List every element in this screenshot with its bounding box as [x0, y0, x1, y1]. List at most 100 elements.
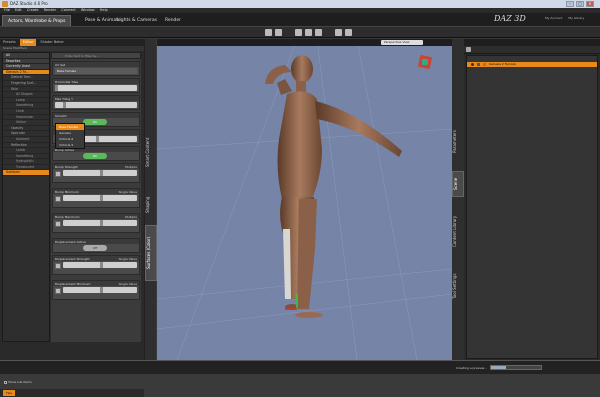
map-source-label[interactable]: Single Value: [119, 190, 137, 194]
panel-subtabs[interactable]: Scene Modifiers: [0, 46, 144, 51]
property-row[interactable]: Max Tiling Y: [52, 95, 140, 110]
scale-tool-icon[interactable]: [315, 29, 322, 36]
tab-shader-baker[interactable]: Shader Baker: [37, 39, 67, 46]
property-name: Smooth: [55, 114, 67, 118]
property-row[interactable]: Displacement Minimum Single Value: [52, 280, 140, 300]
property-row[interactable]: Bump Minimum Single Value: [52, 188, 140, 208]
filter-search-input[interactable]: Enter text to filter by...: [51, 52, 141, 59]
close-button[interactable]: ×: [586, 1, 594, 7]
category-tree[interactable]: All Favorites Currently Used Genesis 2 Fe..…: [2, 52, 50, 342]
texture-map-icon[interactable]: [55, 171, 61, 177]
tab-surfaces[interactable]: Surfaces (Color): [145, 225, 157, 281]
maximize-button[interactable]: □: [576, 1, 584, 7]
visibility-eye-icon[interactable]: [471, 63, 474, 66]
property-name: UV Set: [55, 63, 66, 67]
scene-item-label: Genesis 2 Female: [489, 62, 516, 66]
slider-knob[interactable]: [100, 195, 103, 201]
tab-parameters[interactable]: Parameters: [452, 119, 464, 165]
progress-fill: [491, 366, 506, 369]
universal-tool-icon[interactable]: [275, 29, 282, 36]
map-source-label[interactable]: Multiple: [125, 215, 137, 219]
viewport-scene: [157, 39, 452, 360]
checkbox-icon: [4, 380, 7, 384]
translate-tool-icon[interactable]: [305, 29, 312, 36]
toggle-switch[interactable]: On: [83, 153, 107, 159]
view-cube-icon[interactable]: [417, 54, 433, 70]
uv-set-dropdown-menu[interactable]: Base Female Genesis Victoria 6 Victoria 5: [55, 123, 85, 149]
property-row[interactable]: UV Set Base Female: [52, 61, 140, 76]
camera-selector[interactable]: Perspective View: [381, 40, 423, 45]
tab-actors-wardrobe-props[interactable]: Actors, Wardrobe & Props: [2, 15, 72, 26]
property-label: Bump Minimum Single Value: [53, 189, 139, 194]
category-item[interactable]: Surfaces: [3, 170, 49, 177]
daz-logo: DAZ 3D: [494, 14, 526, 23]
dropdown-option[interactable]: Victoria 5: [56, 142, 84, 148]
tab-smart-content[interactable]: Smart Content: [145, 129, 157, 175]
scene-item-genesis-2-female[interactable]: Genesis 2 Female: [467, 62, 597, 67]
slider-knob[interactable]: [100, 287, 103, 293]
tab-lights-cameras[interactable]: Lights & Cameras: [112, 15, 162, 26]
property-label: UV Set: [53, 62, 139, 67]
map-source-label[interactable]: Multiple: [125, 165, 137, 169]
slider-knob[interactable]: [100, 262, 103, 268]
texture-map-icon[interactable]: [55, 263, 61, 269]
slider-knob[interactable]: [63, 102, 67, 108]
scene-tree[interactable]: Genesis 2 Female: [466, 55, 598, 359]
figure-genesis-2-female[interactable]: [265, 55, 402, 318]
spot-render-icon[interactable]: [335, 29, 342, 36]
uv-set-select[interactable]: Base Female: [55, 68, 137, 74]
show-sub-items-checkbox[interactable]: Show sub items: [4, 380, 32, 384]
tab-editor[interactable]: Editor: [19, 39, 37, 46]
texture-map-icon[interactable]: [55, 288, 61, 294]
value-slider[interactable]: [63, 220, 137, 226]
status-bar: Creating a preview...: [0, 360, 600, 374]
property-row[interactable]: Bump Maximum Multiple: [52, 213, 140, 233]
map-source-label[interactable]: Single Value: [119, 257, 137, 261]
property-row[interactable]: Bump Strength Multiple: [52, 163, 140, 183]
property-row[interactable]: Displacement Strength Single Value: [52, 255, 140, 275]
user-links: My Account My Library: [540, 16, 584, 20]
scene-options-icon[interactable]: [466, 47, 471, 52]
property-name: Bump Minimum: [55, 190, 79, 194]
3d-viewport[interactable]: Perspective View: [157, 39, 452, 360]
tab-shaping[interactable]: Shaping: [145, 189, 157, 221]
window-title: DAZ Studio 4.6 Pro: [10, 1, 48, 6]
property-label: Max Tiling Y: [53, 96, 139, 101]
value-slider[interactable]: [55, 102, 137, 108]
tips-button[interactable]: Tips: [3, 390, 15, 396]
render-icon[interactable]: [345, 29, 352, 36]
property-label: Horizontal Tiles: [53, 79, 139, 84]
tab-presets[interactable]: Presets: [0, 39, 19, 46]
map-source-label[interactable]: Single Value: [119, 282, 137, 286]
scene-panel-header: [464, 39, 600, 46]
slider-knob[interactable]: [100, 170, 103, 176]
value-slider[interactable]: [55, 85, 137, 91]
node-selection-icon[interactable]: [265, 29, 272, 36]
texture-map-icon[interactable]: [55, 221, 61, 227]
tab-tool-settings[interactable]: Tool Settings: [452, 263, 464, 309]
lock-icon[interactable]: [477, 63, 480, 66]
surfaces-panel: Presets Editor Shader Baker Scene Modifi…: [0, 39, 144, 397]
value-slider[interactable]: [63, 287, 137, 293]
toggle-switch[interactable]: On: [83, 119, 107, 125]
rotate-tool-icon[interactable]: [295, 29, 302, 36]
property-row[interactable]: Horizontal Tiles: [52, 78, 140, 93]
minimize-button[interactable]: –: [566, 1, 574, 7]
property-name: Bump Strength: [55, 165, 78, 169]
value-slider[interactable]: [63, 262, 137, 268]
left-side-tabs: Smart Content Shaping Surfaces (Color): [144, 39, 157, 360]
texture-map-icon[interactable]: [55, 196, 61, 202]
toggle-switch[interactable]: Off: [83, 245, 107, 251]
value-slider[interactable]: [63, 170, 137, 176]
property-name: Max Tiling Y: [55, 97, 73, 101]
value-slider[interactable]: [63, 195, 137, 201]
slider-knob[interactable]: [96, 136, 99, 142]
slider-knob[interactable]: [100, 220, 103, 226]
property-row[interactable]: Displacement Active Off: [52, 238, 140, 253]
my-library-link[interactable]: My Library: [568, 16, 584, 20]
slider-knob[interactable]: [55, 85, 58, 91]
tab-content-library[interactable]: Content Library: [452, 203, 464, 259]
my-account-link[interactable]: My Account: [545, 16, 562, 20]
tab-render[interactable]: Render: [160, 15, 186, 26]
tab-scene[interactable]: Scene: [452, 171, 464, 197]
